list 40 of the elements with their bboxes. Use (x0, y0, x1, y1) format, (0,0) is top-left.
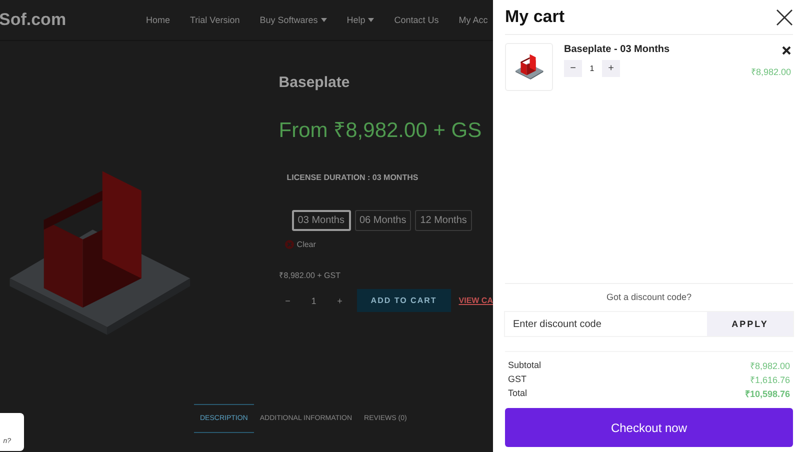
clear-icon (284, 240, 294, 249)
duration-option[interactable]: 06 Months (354, 210, 412, 231)
quantity-field[interactable]: 1 (582, 60, 602, 77)
increment-button[interactable]: + (602, 60, 620, 77)
cart-item-name: Baseplate - 03 Months (564, 44, 671, 55)
apply-button[interactable]: APPLY (707, 312, 793, 336)
price-note: ₹8,982.00 + GST (278, 270, 342, 280)
nav-link[interactable]: Trial Version (190, 15, 240, 25)
nav-link[interactable]: My Acc (458, 15, 488, 25)
close-icon[interactable] (776, 8, 793, 26)
nav-link[interactable]: Contact Us (394, 15, 439, 25)
total-value: ₹10,598.76 (744, 388, 790, 400)
remove-icon[interactable] (782, 46, 791, 55)
nav-link[interactable]: Home (146, 15, 170, 25)
decrement-button[interactable]: − (564, 60, 582, 77)
clear-link[interactable]: Clear (296, 240, 316, 249)
total-label: Subtotal (508, 360, 542, 370)
duration-option[interactable]: 03 Months (292, 210, 350, 231)
product-title: Baseplate (278, 74, 351, 91)
duration-option[interactable]: 12 Months (415, 210, 472, 231)
quantity-field[interactable]: 1 (304, 296, 323, 306)
total-value: ₹8,982.00 (750, 360, 790, 372)
checkout-button[interactable]: Checkout now (505, 408, 793, 447)
nav-link[interactable]: Buy Softwares (260, 15, 327, 25)
total-label: Total (508, 388, 528, 398)
cart-item-price: ₹8,982.00 (750, 66, 791, 78)
product-drawing (514, 52, 544, 82)
license-label: LICENSE DURATION : 03 MONTHS (286, 173, 420, 182)
increment-button[interactable]: + (330, 296, 349, 306)
caret-icon (368, 18, 374, 22)
cart-title: My cart (505, 7, 565, 27)
product-price: From ₹8,982.00 + GS (278, 118, 483, 143)
view-cart-link[interactable]: VIEW CA (458, 296, 493, 305)
caret-icon (320, 18, 327, 22)
total-value: ₹1,616.76 (750, 374, 790, 386)
discount-prompt: Got a discount code? (605, 292, 693, 302)
decrement-button[interactable]: − (278, 296, 297, 306)
add-to-cart-button[interactable]: ADD TO CART (356, 289, 451, 312)
total-label: GST (508, 374, 527, 384)
nav-link[interactable]: Help (346, 15, 374, 25)
